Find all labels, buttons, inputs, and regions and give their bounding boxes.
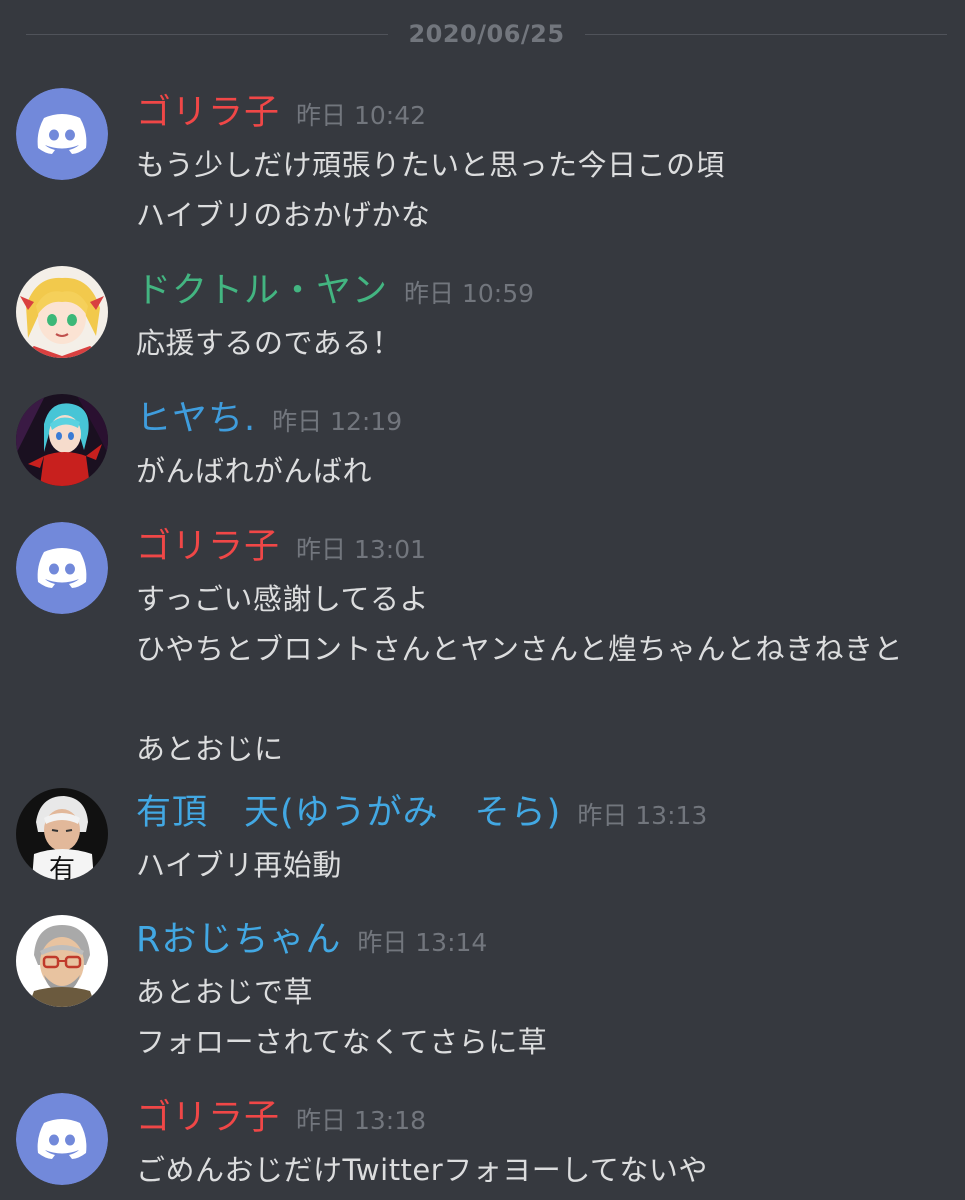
discord-default-avatar-icon[interactable] [16, 1093, 108, 1185]
message-header: ゴリラ子 昨日 10:42 [136, 88, 426, 138]
message-content: 応援するのである！ [136, 318, 401, 368]
message-content: がんばれがんばれ [136, 446, 372, 496]
message-content: ハイブリ再始動 [136, 840, 342, 890]
message-header: ゴリラ子 昨日 13:01 [136, 522, 426, 572]
message-line: あとおじで草 [136, 975, 314, 1009]
author-name[interactable]: ゴリラ子 [136, 522, 280, 572]
message-header: ゴリラ子 昨日 13:18 [136, 1093, 426, 1143]
avatar-shirt-text: 有 [49, 855, 75, 880]
message-line: ごめんおじだけTwitterフォヨーしてないや [136, 1153, 708, 1187]
message-content: すっごい感謝してるよ ひやちとブロントさんとヤンさんと煌ちゃんとねきねきと あと… [136, 574, 903, 774]
author-name[interactable]: ヒヤち. [136, 394, 256, 444]
divider-line-left [26, 33, 389, 35]
message-header: ドクトル・ヤン 昨日 10:59 [136, 266, 534, 316]
message-timestamp: 昨日 13:18 [296, 1106, 427, 1135]
author-name[interactable]: ドクトル・ヤン [136, 266, 388, 316]
anime-blonde-girl-avatar-icon[interactable] [16, 266, 108, 358]
message-content: あとおじで草 フォローされてなくてさらに草 [136, 967, 547, 1067]
author-name[interactable]: Rおじちゃん [136, 915, 341, 965]
message-content: ごめんおじだけTwitterフォヨーしてないや [136, 1145, 708, 1195]
message-timestamp: 昨日 12:19 [272, 407, 403, 436]
discord-default-avatar-icon[interactable] [16, 88, 108, 180]
date-divider: 2020/06/25 [26, 16, 947, 52]
discord-default-avatar-icon[interactable] [16, 522, 108, 614]
message-timestamp: 昨日 13:14 [357, 928, 488, 957]
divider-line-right [584, 33, 947, 35]
message-timestamp: 昨日 13:13 [577, 801, 708, 830]
message-line: すっごい感謝してるよ [136, 582, 429, 616]
message-line: 応援するのである！ [136, 326, 402, 360]
message-header: 有頂 天(ゆうがみ そら) 昨日 13:13 [136, 788, 707, 838]
message-line: フォローされてなくてさらに草 [136, 1025, 548, 1059]
message-header: Rおじちゃん 昨日 13:14 [136, 915, 487, 965]
message-line: ハイブリ再始動 [136, 848, 342, 882]
author-name[interactable]: ゴリラ子 [136, 1093, 280, 1143]
author-name[interactable]: ゴリラ子 [136, 88, 280, 138]
message-line: ハイブリのおかげかな [136, 198, 431, 232]
message-line: もう少しだけ頑張りたいと思った今日この頃 [136, 148, 726, 182]
message-timestamp: 昨日 10:42 [296, 101, 427, 130]
message-timestamp: 昨日 10:59 [404, 279, 535, 308]
message-line: あとおじに [136, 732, 284, 766]
message-header: ヒヤち. 昨日 12:19 [136, 394, 402, 444]
old-man-glasses-avatar-icon[interactable] [16, 915, 108, 1007]
author-name[interactable]: 有頂 天(ゆうがみ そら) [136, 788, 561, 838]
message-line: ひやちとブロントさんとヤンさんと煌ちゃんとねきねきと [136, 632, 904, 666]
date-divider-label: 2020/06/25 [408, 20, 565, 48]
message-timestamp: 昨日 13:01 [296, 535, 427, 564]
message-content: もう少しだけ頑張りたいと思った今日この頃 ハイブリのおかげかな [136, 140, 725, 240]
anime-cyan-hair-avatar-icon[interactable] [16, 394, 108, 486]
white-hair-man-avatar-icon[interactable]: 有 [16, 788, 108, 880]
message-line: がんばれがんばれ [136, 454, 373, 488]
